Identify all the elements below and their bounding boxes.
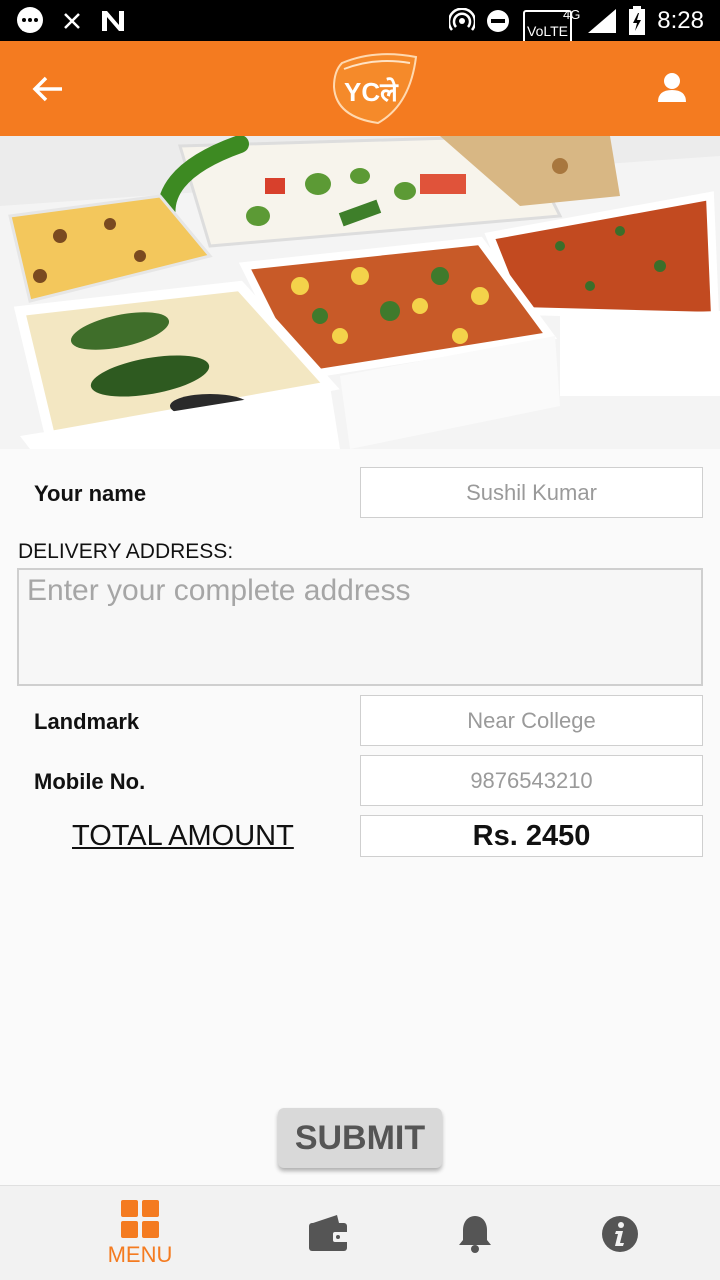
app-bar: YCले (0, 41, 720, 136)
nav-item-info[interactable] (560, 1186, 680, 1280)
status-bar: VoLTE 4G 8:28 (0, 0, 720, 51)
address-input[interactable]: Enter your complete address (17, 568, 703, 686)
profile-button[interactable] (656, 71, 688, 108)
dnd-icon (486, 0, 510, 41)
clock: 8:28 (657, 6, 704, 34)
back-button[interactable] (30, 71, 66, 112)
address-label: DELIVERY ADDRESS: (18, 540, 234, 563)
bottom-nav: MENU (0, 1185, 720, 1280)
name-field[interactable]: Sushil Kumar (360, 467, 703, 518)
nav-item-wallet[interactable] (268, 1186, 388, 1280)
battery-charging-icon (628, 0, 646, 41)
landmark-field[interactable]: Near College (360, 695, 703, 746)
grid-icon (121, 1199, 159, 1238)
nav-item-menu[interactable]: MENU (80, 1186, 200, 1280)
arrow-left-icon (32, 76, 62, 102)
hotspot-icon (449, 0, 475, 41)
person-icon (658, 73, 686, 102)
close-icon (62, 0, 82, 41)
total-amount-label: TOTAL AMOUNT (72, 820, 294, 852)
submit-button[interactable]: SUBMIT (278, 1108, 442, 1168)
mobile-field[interactable]: 9876543210 (360, 755, 703, 806)
thali-tray-illustration (0, 136, 720, 449)
n-icon (100, 0, 126, 41)
nav-item-notifications[interactable] (415, 1186, 535, 1280)
mobile-label: Mobile No. (34, 769, 146, 794)
messenger-icon (14, 0, 46, 41)
name-label: Your name (34, 481, 147, 506)
signal-icon (586, 0, 618, 41)
info-icon (602, 1215, 638, 1252)
landmark-label: Landmark (34, 709, 140, 734)
app-logo: YCले (330, 49, 420, 129)
network-type: 4G (563, 7, 581, 22)
wallet-icon (309, 1214, 349, 1251)
bell-icon (459, 1215, 491, 1253)
total-amount-value: Rs. 2450 (360, 815, 703, 857)
hero-food-image (0, 136, 720, 449)
logo-text: YCले (344, 77, 398, 107)
nav-label-menu: MENU (107, 1241, 173, 1267)
